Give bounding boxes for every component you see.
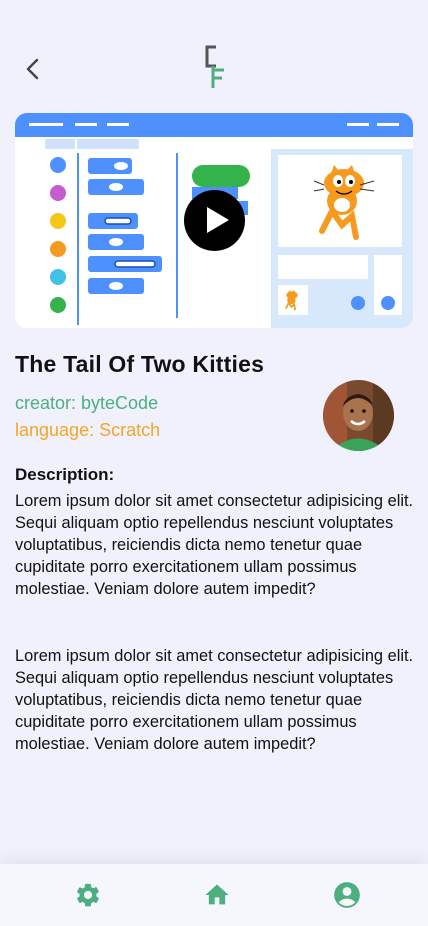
bottom-nav — [0, 864, 428, 926]
creator-label[interactable]: creator: byteCode — [15, 393, 158, 414]
description-paragraph: Lorem ipsum dolor sit amet consectetur a… — [15, 647, 414, 753]
app-logo — [198, 44, 232, 88]
home-icon — [205, 884, 229, 905]
project-title: The Tail Of Two Kitties — [15, 351, 265, 377]
nav-settings-button[interactable] — [74, 881, 102, 909]
back-button[interactable] — [18, 54, 48, 84]
nav-home-button[interactable] — [203, 881, 231, 909]
description-label: Description: — [15, 465, 115, 484]
header — [0, 40, 428, 100]
user-circle-icon — [334, 882, 360, 908]
play-button[interactable] — [184, 190, 245, 251]
nav-profile-button[interactable] — [333, 881, 361, 909]
creator-avatar[interactable] — [323, 380, 394, 451]
description-paragraph: Lorem ipsum dolor sit amet consectetur a… — [15, 492, 414, 598]
chevron-left-icon — [26, 58, 39, 80]
language-label: language: Scratch — [15, 420, 161, 440]
video-thumbnail[interactable] — [15, 113, 413, 328]
gear-icon — [77, 883, 99, 907]
